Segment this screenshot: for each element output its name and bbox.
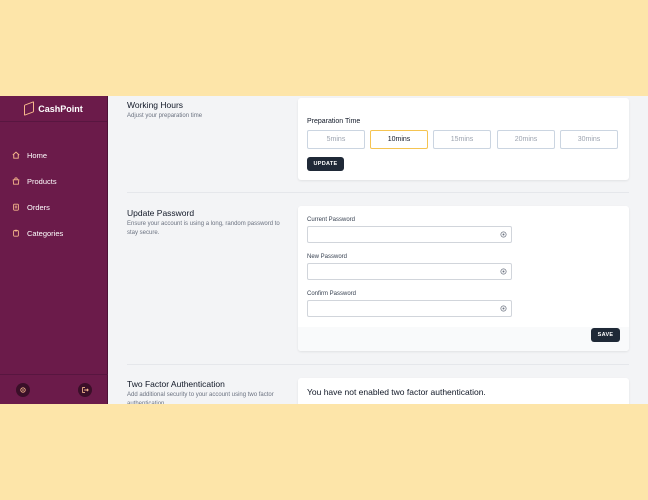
brand-logo[interactable]: CashPoint bbox=[0, 96, 107, 122]
prep-option-20mins[interactable]: 20mins bbox=[497, 130, 555, 149]
save-button[interactable]: SAVE bbox=[591, 328, 620, 342]
orders-icon bbox=[13, 203, 19, 211]
sidebar-item-label: Orders bbox=[27, 202, 50, 212]
working-hours-card: Preparation Time 5mins 10mins 15mins 20m… bbox=[298, 98, 629, 180]
new-password-input[interactable] bbox=[308, 268, 493, 283]
settings-main: Working Hours Adjust your preparation ti… bbox=[108, 96, 648, 404]
prep-option-30mins[interactable]: 30mins bbox=[560, 130, 618, 149]
eye-icon[interactable] bbox=[500, 231, 507, 238]
bag-icon bbox=[12, 177, 20, 185]
two-factor-status: You have not enabled two factor authenti… bbox=[307, 387, 486, 397]
update-password-title: Update Password bbox=[127, 208, 195, 218]
working-hours-description: Adjust your preparation time bbox=[127, 113, 203, 119]
section-divider bbox=[127, 192, 629, 193]
home-icon bbox=[12, 151, 20, 159]
prep-option-10mins[interactable]: 10mins bbox=[370, 130, 428, 149]
gear-icon bbox=[20, 386, 26, 393]
new-password-field[interactable] bbox=[307, 263, 512, 283]
sidebar-item-categories[interactable]: Categories bbox=[0, 220, 107, 246]
sidebar-item-label: Products bbox=[27, 176, 57, 186]
two-factor-description: Add additional security to your account … bbox=[127, 392, 274, 404]
two-factor-title: Two Factor Authentication bbox=[127, 379, 225, 389]
eye-icon[interactable] bbox=[500, 268, 507, 275]
confirm-password-input[interactable] bbox=[308, 305, 493, 320]
section-divider bbox=[127, 364, 629, 365]
update-password-description: Ensure your account is using a long, ran… bbox=[127, 221, 280, 236]
eye-icon[interactable] bbox=[500, 305, 507, 312]
sidebar-item-label: Categories bbox=[27, 228, 64, 238]
sidebar-footer bbox=[0, 374, 108, 404]
prep-option-15mins[interactable]: 15mins bbox=[433, 130, 491, 149]
app-window: CashPoint Home Products Orders Categorie… bbox=[0, 96, 648, 404]
password-card-footer: SAVE bbox=[298, 327, 629, 351]
new-password-label: New Password bbox=[307, 254, 348, 260]
logout-button[interactable] bbox=[78, 382, 92, 397]
update-button[interactable]: UPDATE bbox=[307, 157, 344, 171]
confirm-password-label: Confirm Password bbox=[307, 291, 357, 297]
current-password-label: Current Password bbox=[307, 217, 356, 223]
preparation-time-label: Preparation Time bbox=[307, 118, 361, 125]
prep-option-5mins[interactable]: 5mins bbox=[307, 130, 365, 149]
working-hours-title: Working Hours bbox=[127, 100, 184, 110]
sidebar-item-label: Home bbox=[27, 150, 48, 160]
sidebar: CashPoint Home Products Orders Categorie… bbox=[0, 96, 108, 404]
current-password-input[interactable] bbox=[308, 231, 493, 246]
brand-name: CashPoint bbox=[38, 103, 83, 114]
sidebar-item-orders[interactable]: Orders bbox=[0, 194, 107, 220]
settings-button[interactable] bbox=[16, 382, 30, 397]
logout-icon bbox=[82, 386, 89, 393]
cashpoint-logo-icon bbox=[24, 101, 35, 116]
confirm-password-field[interactable] bbox=[307, 300, 512, 320]
update-password-card: Current Password New Password Confirm Pa… bbox=[298, 206, 629, 351]
clipboard-icon bbox=[13, 229, 19, 237]
two-factor-card: You have not enabled two factor authenti… bbox=[298, 378, 629, 404]
sidebar-item-home[interactable]: Home bbox=[0, 142, 107, 168]
sidebar-nav: Home Products Orders Categories bbox=[0, 142, 107, 246]
current-password-field[interactable] bbox=[307, 226, 512, 246]
sidebar-item-products[interactable]: Products bbox=[0, 168, 107, 194]
